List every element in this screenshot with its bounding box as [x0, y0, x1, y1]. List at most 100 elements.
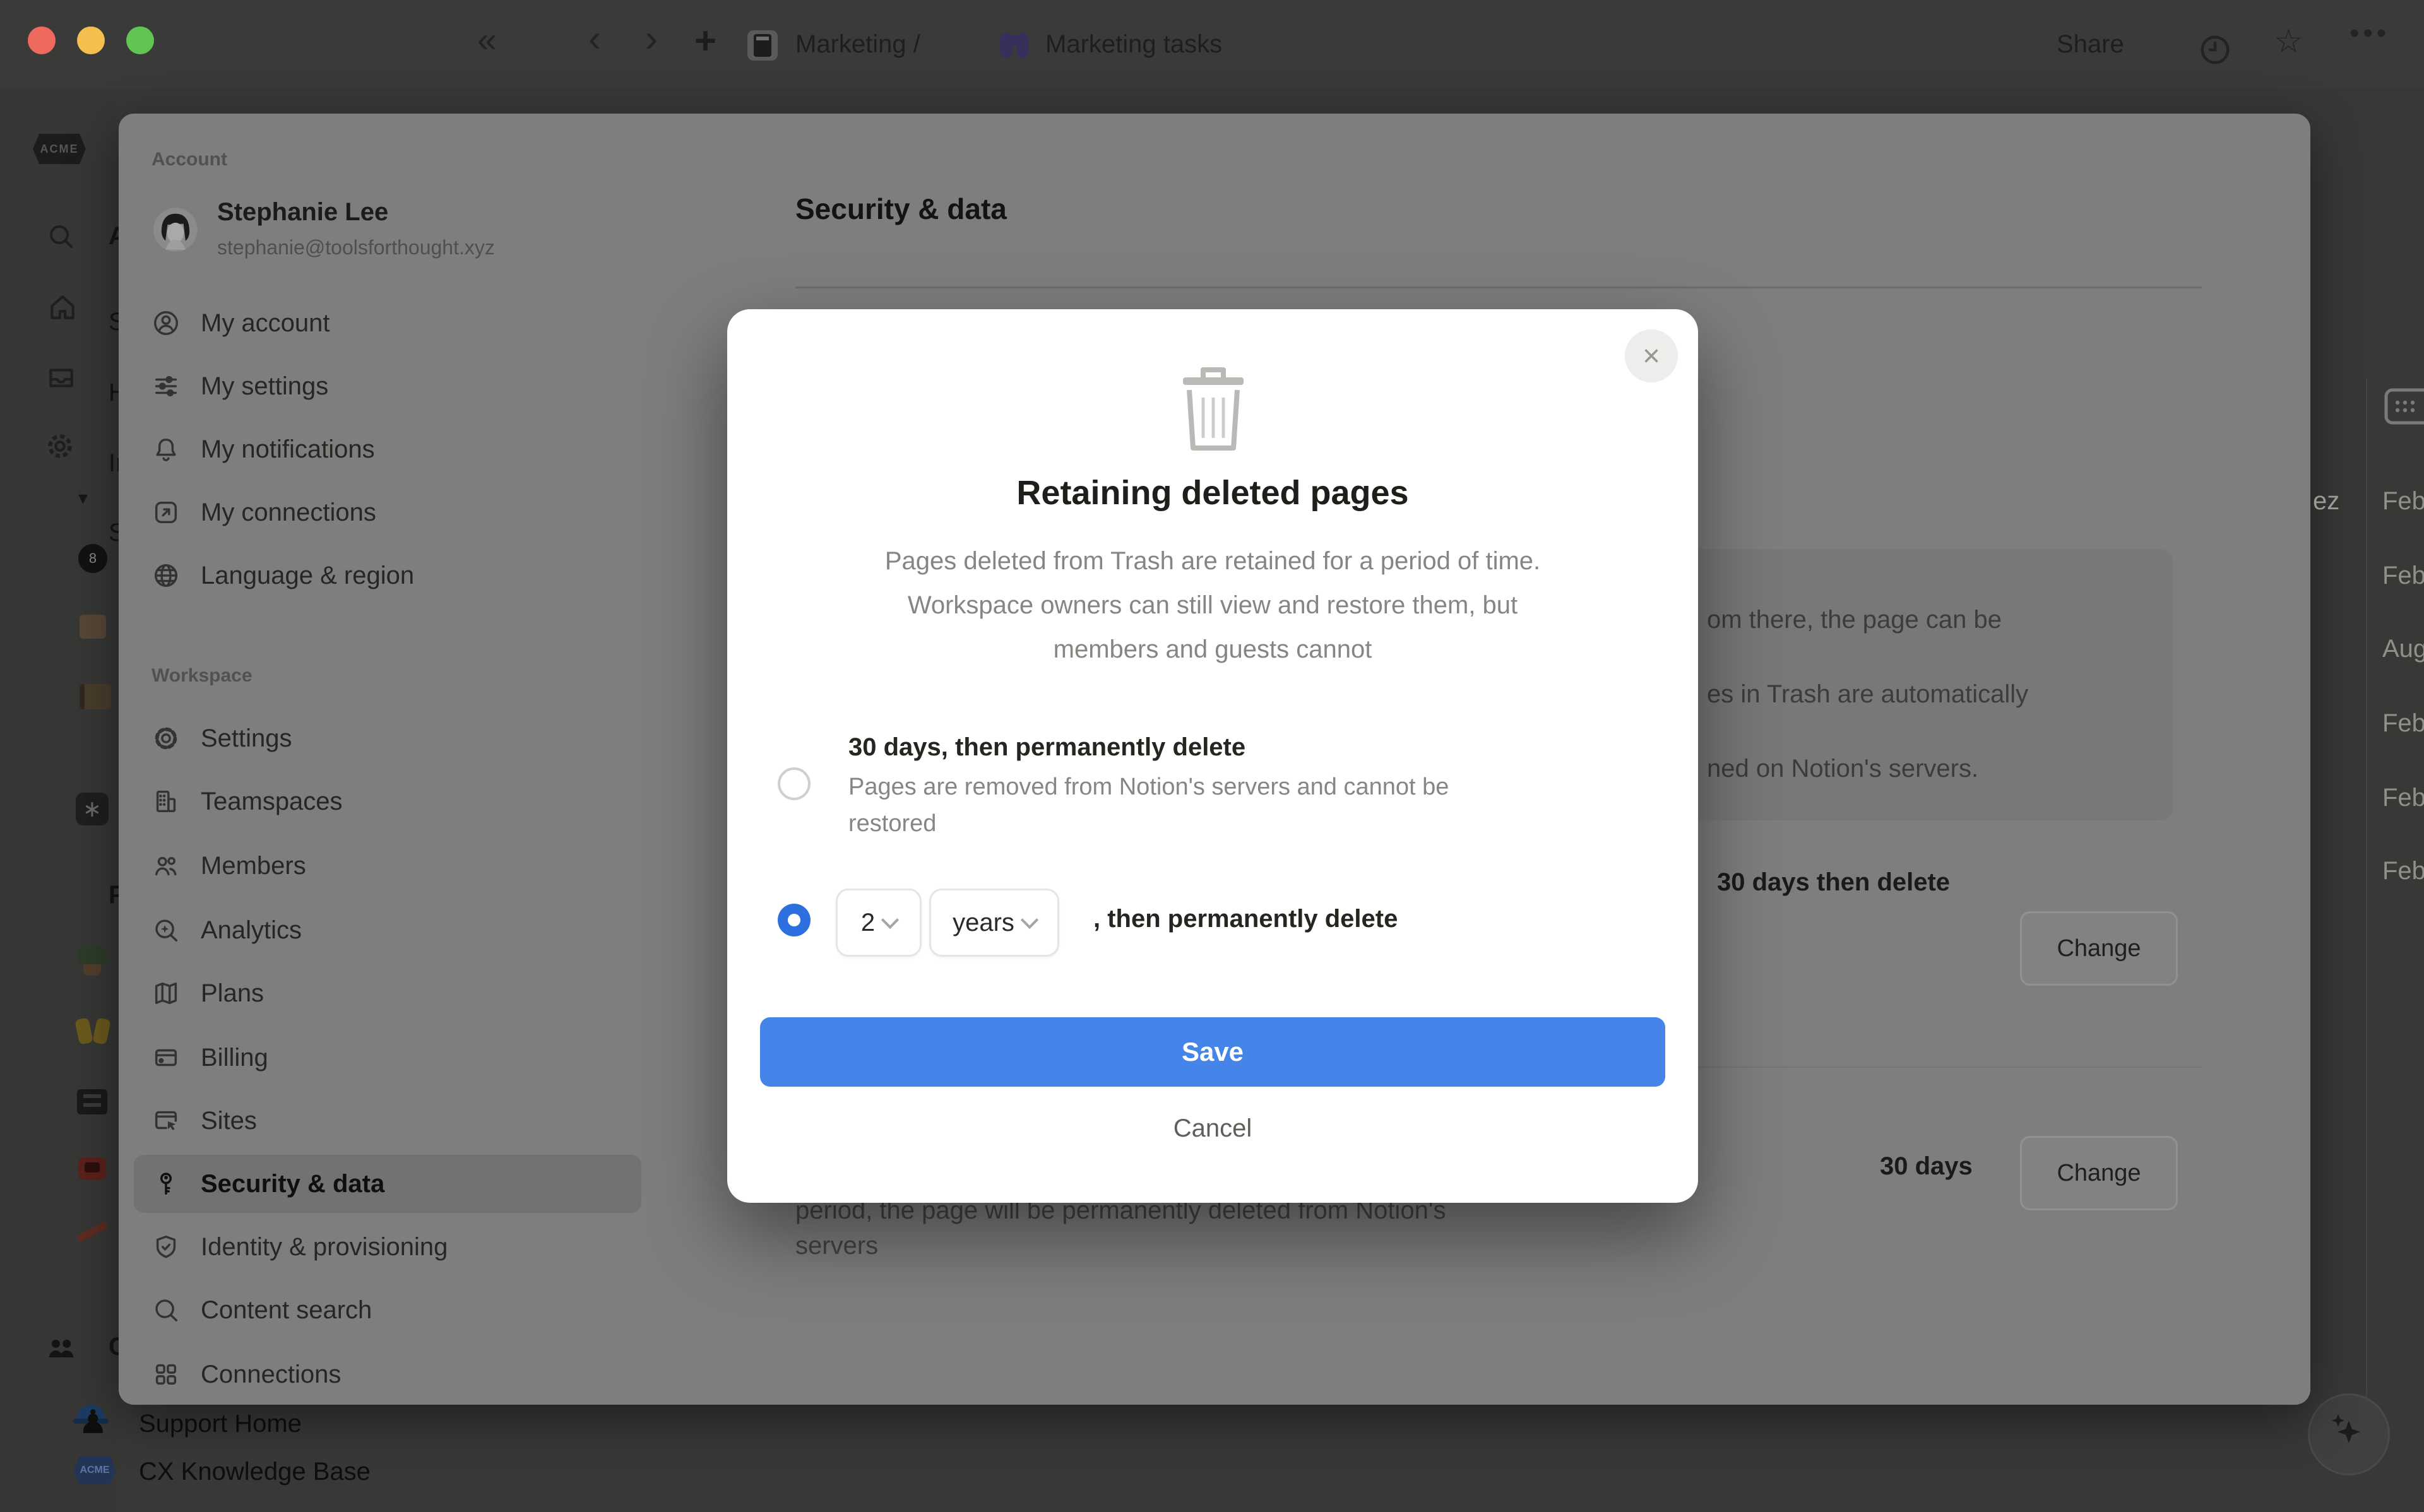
table-date-4: Feb [2382, 784, 2424, 812]
table-date-0: Feb [2382, 487, 2424, 516]
eight-ball-icon[interactable]: 8 [78, 544, 107, 573]
sidebar-item-label: My notifications [201, 435, 375, 464]
chevron-down-icon [881, 911, 899, 929]
package-box-icon[interactable] [80, 615, 106, 639]
teamspace-flower-icon[interactable]: ∗ [76, 793, 109, 825]
profile-row[interactable]: Stephanie Lee stephanie@toolsforthought.… [152, 193, 644, 276]
globe-icon [152, 561, 181, 590]
sidebar-item-sites[interactable]: Sites [134, 1092, 641, 1150]
search-icon [152, 1296, 181, 1325]
inbox-icon[interactable] [45, 362, 77, 394]
person-circle-icon [152, 309, 181, 338]
raised-hands-icon-2 [92, 1017, 111, 1045]
ai-assistant-button[interactable] [2308, 1393, 2390, 1475]
retention-setting-value: 30 days then delete [1717, 868, 1950, 897]
sidebar-item-content-search[interactable]: Content search [134, 1281, 641, 1339]
unit-select-value: years [953, 909, 1014, 937]
unit-select[interactable]: years [929, 889, 1059, 957]
sidebar-item-label: My account [201, 309, 330, 338]
option-30-title[interactable]: 30 days, then permanently delete [848, 733, 1245, 762]
option-custom-suffix: , then permanently delete [1093, 905, 1398, 933]
sidebar-item-language-region[interactable]: Language & region [134, 546, 641, 605]
sidebar-item-label: Analytics [201, 916, 302, 945]
back-icon[interactable]: ‹ [588, 16, 601, 60]
profile-name: Stephanie Lee [217, 198, 388, 227]
radio-custom[interactable] [778, 904, 811, 936]
cancel-button[interactable]: Cancel [727, 1114, 1698, 1143]
raised-hands-icon[interactable] [74, 1017, 93, 1045]
sidebar-item-label: Identity & provisioning [201, 1233, 448, 1261]
workspace-section-label: Workspace [152, 665, 252, 687]
browser-cursor-icon [152, 1106, 181, 1135]
card-file-box-icon[interactable] [77, 1089, 107, 1114]
sidebar-item-teamspaces[interactable]: Teamspaces [134, 772, 641, 830]
window-minimize-button[interactable] [77, 27, 105, 54]
close-button[interactable]: × [1625, 329, 1678, 382]
setting-description-line2: servers [795, 1232, 878, 1260]
modal-description-line: Pages deleted from Trash are retained fo… [727, 539, 1698, 583]
radio-30-days[interactable] [778, 767, 811, 800]
page-title: Security & data [795, 192, 1007, 226]
app-sidebar: ACME ACME Search Home Inbox Settings ▾ 8… [0, 88, 119, 1512]
sidebar-item-label: Members [201, 852, 306, 880]
avatar [152, 206, 199, 254]
support-home-item[interactable]: Support Home [139, 1410, 302, 1438]
save-button[interactable]: Save [760, 1017, 1665, 1087]
star-icon[interactable]: ☆ [2274, 23, 2303, 61]
retaining-deleted-pages-modal: × Retaining deleted pages Pages deleted … [727, 309, 1698, 1203]
sidebar-item-plans[interactable]: Plans [134, 964, 641, 1022]
sidebar-collapse-icon[interactable]: « [477, 19, 497, 60]
sidebar-item-my-settings[interactable]: My settings [134, 357, 641, 415]
breadcrumb-current[interactable]: Marketing tasks [1045, 0, 1222, 88]
sidebar-item-label: Billing [201, 1044, 268, 1072]
building-icon [152, 787, 181, 816]
gear-icon [152, 724, 181, 753]
trash-setting-value: 30 days [1880, 1152, 1973, 1181]
new-page-icon[interactable]: + [694, 19, 716, 62]
trash-icon [1172, 362, 1255, 456]
screwdriver-icon[interactable] [76, 1220, 109, 1243]
clock-icon[interactable] [2198, 33, 2232, 67]
home-icon[interactable] [47, 292, 78, 323]
change-retention-button[interactable]: Change [2020, 911, 2178, 986]
option-30-subtitle-2: restored [848, 810, 936, 837]
share-button[interactable]: Share [2057, 0, 2124, 88]
sidebar-item-members[interactable]: Members [134, 837, 641, 895]
breadcrumb-parent[interactable]: Marketing / [795, 0, 920, 88]
settings-gear-icon[interactable] [44, 430, 76, 462]
forward-icon[interactable]: › [645, 16, 658, 60]
sidebar-item-billing[interactable]: Billing [134, 1029, 641, 1087]
notion-window: « ‹ › + Marketing / Marketing tasks Shar… [0, 0, 2424, 1512]
window-close-button[interactable] [28, 27, 56, 54]
search-icon[interactable] [45, 221, 76, 251]
table-date-3: Feb [2382, 709, 2424, 738]
number-select[interactable]: 2 [836, 889, 922, 957]
top-bar: « ‹ › + Marketing / Marketing tasks Shar… [0, 0, 2424, 88]
sidebar-item-analytics[interactable]: Analytics [134, 901, 641, 959]
potted-plant-icon[interactable] [78, 947, 106, 963]
heading-divider [795, 286, 2202, 288]
background-table-strip: ez Feb Feb Aug Feb Feb Feb [2310, 88, 2424, 1405]
more-options-icon[interactable]: ••• [2350, 18, 2390, 49]
cx-knowledge-base-item[interactable]: CX Knowledge Base [139, 1458, 371, 1486]
board-page-icon [747, 30, 778, 61]
bell-icon [152, 435, 181, 464]
sidebar-item-security-data[interactable]: Security & data [134, 1155, 641, 1213]
sidebar-item-my-connections[interactable]: My connections [134, 483, 641, 541]
sidebar-item-my-account[interactable]: My account [134, 294, 641, 352]
callout-line-2: es in Trash are automatically [1707, 680, 2028, 709]
table-date-2: Aug [2382, 635, 2424, 663]
sidebar-item-settings[interactable]: Settings [134, 709, 641, 767]
workspace-logo[interactable]: ACME [33, 134, 86, 164]
sidebar-item-my-notifications[interactable]: My notifications [134, 420, 641, 478]
change-trash-button[interactable]: Change [2020, 1136, 2178, 1210]
window-zoom-button[interactable] [126, 27, 154, 54]
sidebar-item-label: Security & data [201, 1170, 384, 1198]
sidebar-item-identity-provisioning[interactable]: Identity & provisioning [134, 1218, 641, 1276]
postbox-icon[interactable] [78, 1157, 106, 1180]
section-caret-icon[interactable]: ▾ [78, 487, 88, 509]
teamspace-people-icon[interactable] [44, 1333, 77, 1366]
sidebar-item-connections[interactable]: Connections [134, 1345, 641, 1403]
number-select-value: 2 [861, 909, 875, 937]
book-icon[interactable] [80, 684, 111, 709]
